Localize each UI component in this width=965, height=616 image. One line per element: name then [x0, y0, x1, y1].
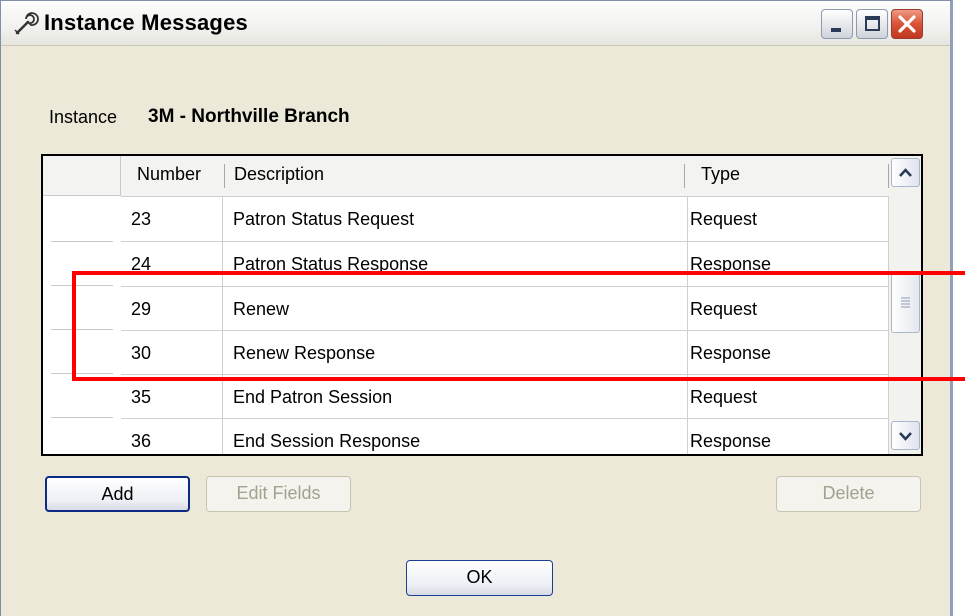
title-bar[interactable]: Instance Messages [1, 1, 950, 46]
scroll-up-button[interactable] [891, 158, 920, 187]
minimize-button[interactable] [821, 9, 853, 39]
row-header-divider [51, 417, 113, 418]
delete-button[interactable]: Delete [776, 476, 921, 512]
list-row[interactable]: 24 Patron Status Response Response [121, 242, 889, 286]
chevron-down-icon [899, 432, 912, 441]
list-rows: 23 Patron Status Request Request 24 Patr… [121, 197, 889, 454]
cell-type: Response [690, 431, 772, 451]
scroll-down-button[interactable] [891, 421, 920, 450]
cell-description: Patron Status Request [233, 209, 415, 229]
column-header: Number Description Type [121, 156, 889, 197]
scroll-thumb[interactable] [891, 273, 920, 333]
cell-type: Response [690, 343, 772, 363]
chevron-up-icon [899, 168, 912, 177]
cell-number: 36 [131, 431, 152, 451]
row-header-divider [51, 373, 113, 374]
edit-fields-button[interactable]: Edit Fields [206, 476, 351, 512]
grip-icon [901, 297, 910, 308]
list-row[interactable]: 23 Patron Status Request Request [121, 197, 889, 241]
messages-list[interactable]: Number Description Type 23 Patron Status… [41, 154, 923, 456]
instance-value: 3M - Northville Branch [148, 106, 350, 127]
cell-number: 24 [131, 254, 152, 274]
row-header-divider [51, 241, 113, 242]
cell-description: Renew [233, 299, 290, 319]
cell-number: 35 [131, 387, 152, 407]
column-header-type[interactable]: Type [701, 164, 740, 185]
close-button[interactable] [891, 9, 923, 39]
instance-label: Instance [49, 107, 118, 127]
list-row[interactable]: 36 End Session Response Response [121, 419, 889, 454]
wrench-icon [14, 12, 39, 35]
instance-messages-window: Instance Messages Instance 3M - Northvil… [0, 0, 953, 616]
minimize-icon [831, 28, 841, 32]
cell-type: Request [690, 387, 758, 407]
cell-description: Patron Status Response [233, 254, 429, 274]
ok-button[interactable]: OK [406, 560, 553, 596]
window-title: Instance Messages [44, 10, 248, 35]
cell-type: Response [690, 254, 772, 274]
row-header-corner [43, 156, 121, 196]
cell-description: Renew Response [233, 343, 376, 363]
column-header-number[interactable]: Number [137, 164, 201, 185]
maximize-icon [865, 16, 880, 31]
add-button[interactable]: Add [45, 476, 190, 512]
cell-type: Request [690, 299, 758, 319]
cell-number: 23 [131, 209, 152, 229]
list-row[interactable]: 35 End Patron Session Request [121, 375, 889, 419]
column-separator[interactable] [684, 164, 685, 188]
cell-description: End Patron Session [233, 387, 393, 407]
close-icon [898, 15, 916, 33]
row-header-column [43, 156, 121, 454]
maximize-button[interactable] [856, 9, 888, 39]
cell-number: 30 [131, 343, 152, 363]
cell-number: 29 [131, 299, 152, 319]
row-header-divider [51, 285, 113, 286]
cell-description: End Session Response [233, 431, 421, 451]
row-header-divider [51, 329, 113, 330]
list-row[interactable]: 29 Renew Request [121, 287, 889, 331]
cell-type: Request [690, 209, 758, 229]
vertical-scrollbar[interactable] [889, 156, 921, 454]
list-row[interactable]: 30 Renew Response Response [121, 331, 889, 375]
column-header-description[interactable]: Description [234, 164, 324, 185]
column-separator[interactable] [224, 164, 225, 188]
